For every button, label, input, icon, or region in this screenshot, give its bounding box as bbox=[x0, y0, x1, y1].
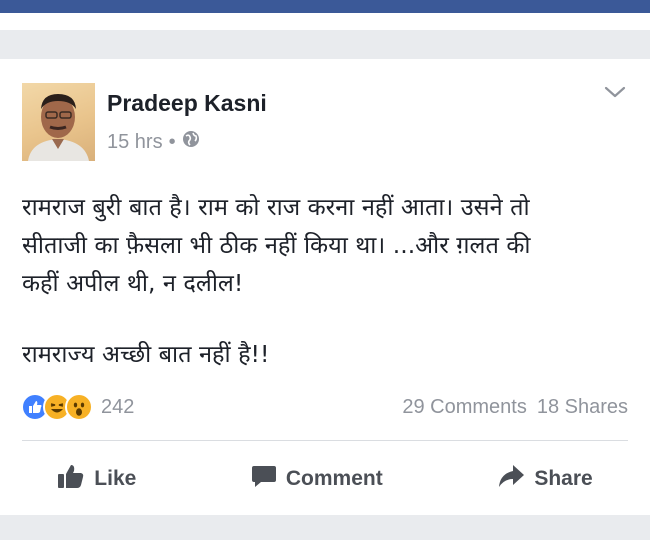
post-text-line: कहीं अपील थी, न दलील! bbox=[22, 269, 244, 297]
avatar-portrait bbox=[28, 94, 89, 161]
post-author-name[interactable]: Pradeep Kasni bbox=[107, 90, 267, 117]
feed-gap bbox=[0, 515, 650, 540]
comments-count-link[interactable]: 29 Comments bbox=[402, 396, 527, 419]
share-button[interactable]: Share bbox=[497, 464, 593, 494]
globe-icon bbox=[182, 130, 200, 154]
share-arrow-icon bbox=[497, 464, 525, 494]
post-timestamp[interactable]: 15 hrs bbox=[107, 131, 163, 154]
like-label: Like bbox=[94, 467, 137, 490]
top-strip bbox=[0, 13, 650, 30]
thumbs-up-icon bbox=[57, 463, 85, 495]
wow-reaction-icon bbox=[65, 393, 93, 421]
post-text-line: सीताजी का फ़ैसला भी ठीक नहीं किया था। ..… bbox=[22, 231, 531, 259]
post-card: Pradeep Kasni 15 hrs • रामराज बुरी बात ह… bbox=[0, 59, 650, 515]
like-button[interactable]: Like bbox=[57, 463, 136, 495]
comment-button[interactable]: Comment bbox=[251, 463, 383, 495]
comment-bubble-icon bbox=[251, 463, 277, 495]
post-body: रामराज बुरी बात है। राम को राज करना नहीं… bbox=[22, 188, 637, 373]
reactions-summary[interactable]: 242 bbox=[21, 393, 134, 421]
divider bbox=[22, 440, 628, 441]
shares-count-link[interactable]: 18 Shares bbox=[537, 396, 628, 419]
comment-label: Comment bbox=[285, 467, 383, 490]
share-label: Share bbox=[534, 467, 593, 490]
avatar[interactable] bbox=[22, 83, 95, 161]
post-meta: 15 hrs • bbox=[107, 130, 200, 154]
engagement-counts: 29 Comments 18 Shares bbox=[402, 396, 628, 419]
post-options-chevron-icon[interactable] bbox=[603, 84, 627, 100]
post-text-line: रामराज बुरी बात है। राम को राज करना नहीं… bbox=[22, 193, 530, 221]
post-text-line: रामराज्य अच्छी बात नहीं है!! bbox=[22, 340, 270, 368]
reaction-count: 242 bbox=[101, 395, 135, 418]
post-action-bar: Like Comment Share bbox=[0, 457, 650, 501]
app-top-bar bbox=[0, 0, 650, 13]
meta-separator: • bbox=[168, 130, 176, 153]
